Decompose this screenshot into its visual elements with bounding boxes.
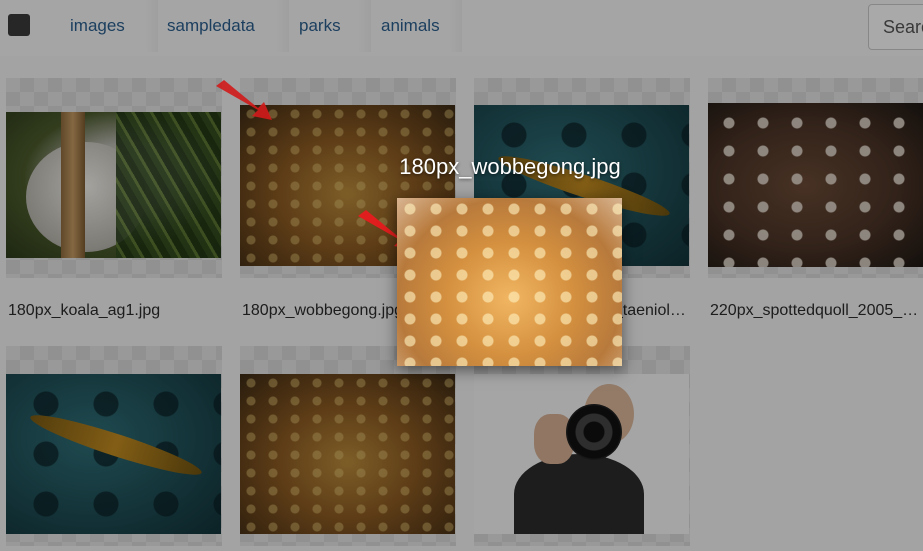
breadcrumb-animals[interactable]: animals xyxy=(367,0,458,52)
breadcrumb-sampledata[interactable]: sampledata xyxy=(153,0,273,52)
file-name: 180px_koala_ag1.jpg xyxy=(8,302,161,319)
breadcrumb-separator xyxy=(448,0,462,52)
wobbegong-thumbnail[interactable] xyxy=(240,374,455,534)
photographer-thumbnail[interactable] xyxy=(474,374,689,534)
preview-title: 180px_wobbegong.jpg xyxy=(399,154,621,179)
select-all-checkbox[interactable] xyxy=(8,14,30,36)
seadragon-thumbnail[interactable] xyxy=(6,374,221,534)
koala-thumbnail[interactable] xyxy=(6,112,221,258)
breadcrumb-parks[interactable]: parks xyxy=(285,0,359,52)
search-field[interactable] xyxy=(868,4,923,50)
media-toolbar: images sampledata parks animals xyxy=(0,0,923,56)
quoll-thumbnail[interactable] xyxy=(708,103,923,267)
search-input[interactable] xyxy=(869,5,923,49)
preview-image xyxy=(397,198,622,366)
red-arrow-icon xyxy=(216,80,272,120)
file-name: 220px_spottedquoll_2005_seanmcclean.jpg xyxy=(710,302,920,319)
breadcrumb-images[interactable]: images xyxy=(56,0,143,52)
